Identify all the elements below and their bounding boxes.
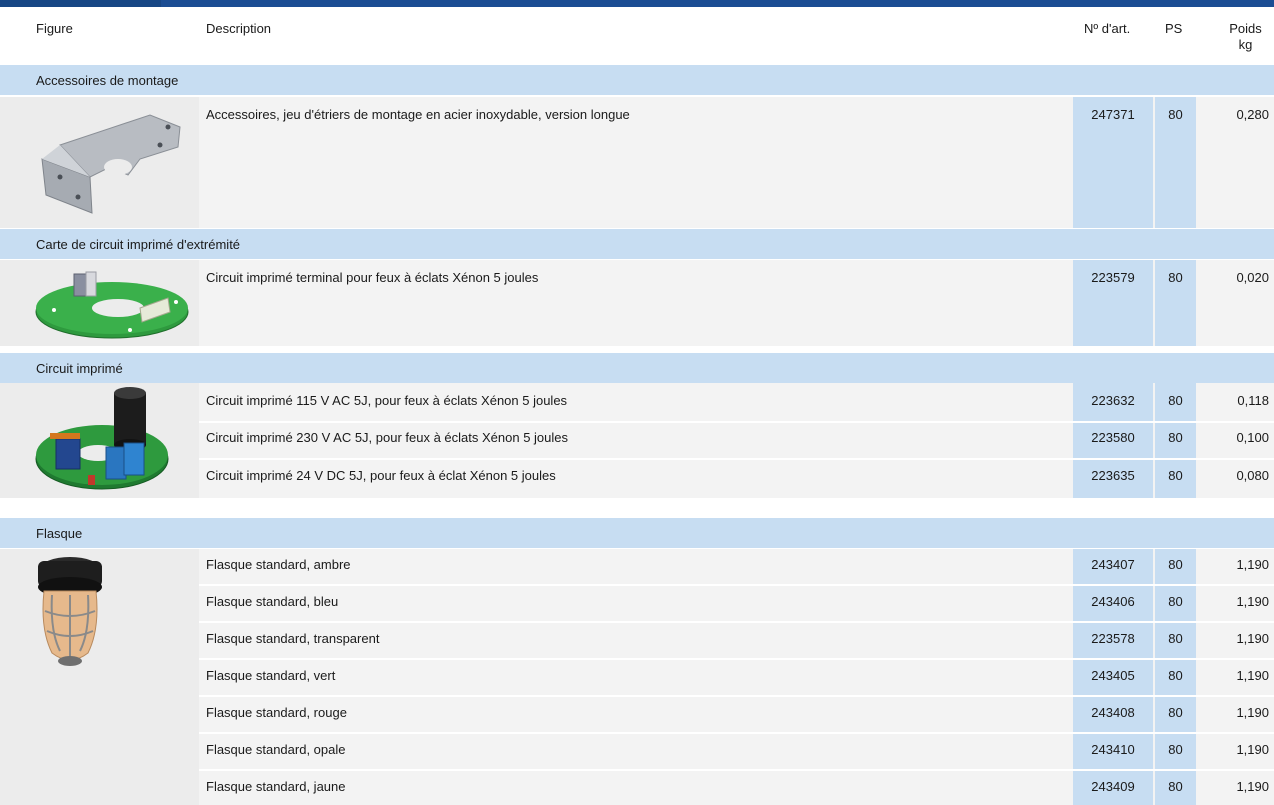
- row-art-no: 223632: [1091, 393, 1135, 408]
- table-row: Flasque standard, transparent 223578 80 …: [199, 623, 1274, 658]
- row-ps: 80: [1168, 468, 1183, 483]
- section-title: Carte de circuit imprimé d'extrémité: [36, 237, 241, 252]
- row-art-no: 243408: [1091, 705, 1135, 720]
- row-art-no: 223578: [1091, 631, 1135, 646]
- row-description: Flasque standard, vert: [206, 668, 336, 683]
- row-art-no: 247371: [1091, 107, 1135, 122]
- row-weight: 0,100: [1236, 430, 1269, 445]
- terminal-pcb-image: [0, 260, 199, 346]
- row-art-no: 223580: [1091, 430, 1135, 445]
- row-weight: 0,020: [1236, 270, 1269, 285]
- row-art-no: 243410: [1091, 742, 1135, 757]
- header-weight: Poids kg: [1223, 21, 1268, 53]
- row-art-no: 223635: [1091, 468, 1135, 483]
- row-description: Flasque standard, opale: [206, 742, 346, 757]
- row-art-no: 243407: [1091, 557, 1135, 572]
- row-ps: 80: [1168, 668, 1183, 683]
- circuit-board-icon: [35, 387, 169, 490]
- table-row: Accessoires, jeu d'étriers de montage en…: [199, 97, 1274, 228]
- section-title: Circuit imprimé: [36, 361, 123, 376]
- table-row: Flasque standard, rouge 243408 80 1,190: [199, 697, 1274, 732]
- lamp-globe-image: [0, 549, 199, 805]
- row-art-no: 243406: [1091, 594, 1135, 609]
- row-ps: 80: [1168, 393, 1183, 408]
- table-row: Circuit imprimé terminal pour feux à écl…: [199, 260, 1274, 346]
- section-title: Accessoires de montage: [36, 73, 179, 88]
- row-description: Circuit imprimé 24 V DC 5J, pour feux à …: [206, 468, 556, 483]
- table-row: Circuit imprimé 230 V AC 5J, pour feux à…: [199, 423, 1274, 458]
- row-ps: 80: [1168, 430, 1183, 445]
- header-art-no: Nº d'art.: [1084, 21, 1131, 36]
- header-weight-line2: kg: [1238, 37, 1253, 52]
- row-description: Circuit imprimé terminal pour feux à écl…: [206, 270, 539, 285]
- section-header-mounting: Accessoires de montage: [0, 65, 1274, 95]
- row-weight: 1,190: [1236, 631, 1269, 646]
- row-ps: 80: [1168, 557, 1183, 572]
- row-description: Accessoires, jeu d'étriers de montage en…: [206, 107, 630, 122]
- header-weight-line1: Poids: [1229, 21, 1262, 36]
- table-row: Flasque standard, jaune 243409 80 1,190: [199, 771, 1274, 805]
- row-description: Flasque standard, rouge: [206, 705, 347, 720]
- section-header-terminal-pcb: Carte de circuit imprimé d'extrémité: [0, 229, 1274, 259]
- row-weight: 1,190: [1236, 779, 1269, 794]
- row-weight: 0,280: [1236, 107, 1269, 122]
- table-header: Figure Description Nº d'art. PS Poids kg: [0, 7, 1274, 65]
- row-weight: 1,190: [1236, 705, 1269, 720]
- table-row: Circuit imprimé 115 V AC 5J, pour feux à…: [199, 383, 1274, 421]
- table-row: Flasque standard, vert 243405 80 1,190: [199, 660, 1274, 695]
- table-row: Circuit imprimé 24 V DC 5J, pour feux à …: [199, 460, 1274, 498]
- row-ps: 80: [1168, 594, 1183, 609]
- row-weight: 0,118: [1237, 393, 1269, 408]
- row-description: Flasque standard, transparent: [206, 631, 380, 646]
- section-header-circuit-board: Circuit imprimé: [0, 353, 1274, 383]
- top-bar-segment: [0, 0, 161, 7]
- row-weight: 1,190: [1236, 742, 1269, 757]
- row-ps: 80: [1168, 779, 1183, 794]
- row-ps: 80: [1168, 705, 1183, 720]
- header-figure: Figure: [36, 21, 73, 36]
- table-row: Flasque standard, ambre 243407 80 1,190: [199, 549, 1274, 584]
- row-ps: 80: [1168, 631, 1183, 646]
- row-ps: 80: [1168, 107, 1183, 122]
- table-row: Flasque standard, opale 243410 80 1,190: [199, 734, 1274, 769]
- row-weight: 1,190: [1236, 668, 1269, 683]
- lamp-globe-icon: [38, 557, 102, 666]
- row-art-no: 223579: [1091, 270, 1135, 285]
- row-description: Flasque standard, jaune: [206, 779, 346, 794]
- header-description: Description: [206, 21, 272, 36]
- top-bar: [0, 0, 1274, 7]
- row-weight: 0,080: [1236, 468, 1269, 483]
- row-ps: 80: [1168, 742, 1183, 757]
- row-ps: 80: [1168, 270, 1183, 285]
- row-art-no: 243405: [1091, 668, 1135, 683]
- header-ps: PS: [1165, 21, 1183, 36]
- mounting-bracket-image: [0, 97, 199, 228]
- mounting-bracket-icon: [41, 114, 181, 214]
- row-weight: 1,190: [1236, 594, 1269, 609]
- section-header-flasque: Flasque: [0, 518, 1274, 548]
- section-title: Flasque: [36, 526, 83, 541]
- row-weight: 1,190: [1236, 557, 1269, 572]
- row-description: Flasque standard, ambre: [206, 557, 351, 572]
- table-row: Flasque standard, bleu 243406 80 1,190: [199, 586, 1274, 621]
- circuit-board-image: [0, 383, 199, 498]
- row-art-no: 243409: [1091, 779, 1135, 794]
- terminal-pcb-icon: [35, 271, 189, 339]
- row-description: Circuit imprimé 115 V AC 5J, pour feux à…: [206, 393, 568, 408]
- row-description: Flasque standard, bleu: [206, 594, 339, 609]
- row-description: Circuit imprimé 230 V AC 5J, pour feux à…: [206, 430, 569, 445]
